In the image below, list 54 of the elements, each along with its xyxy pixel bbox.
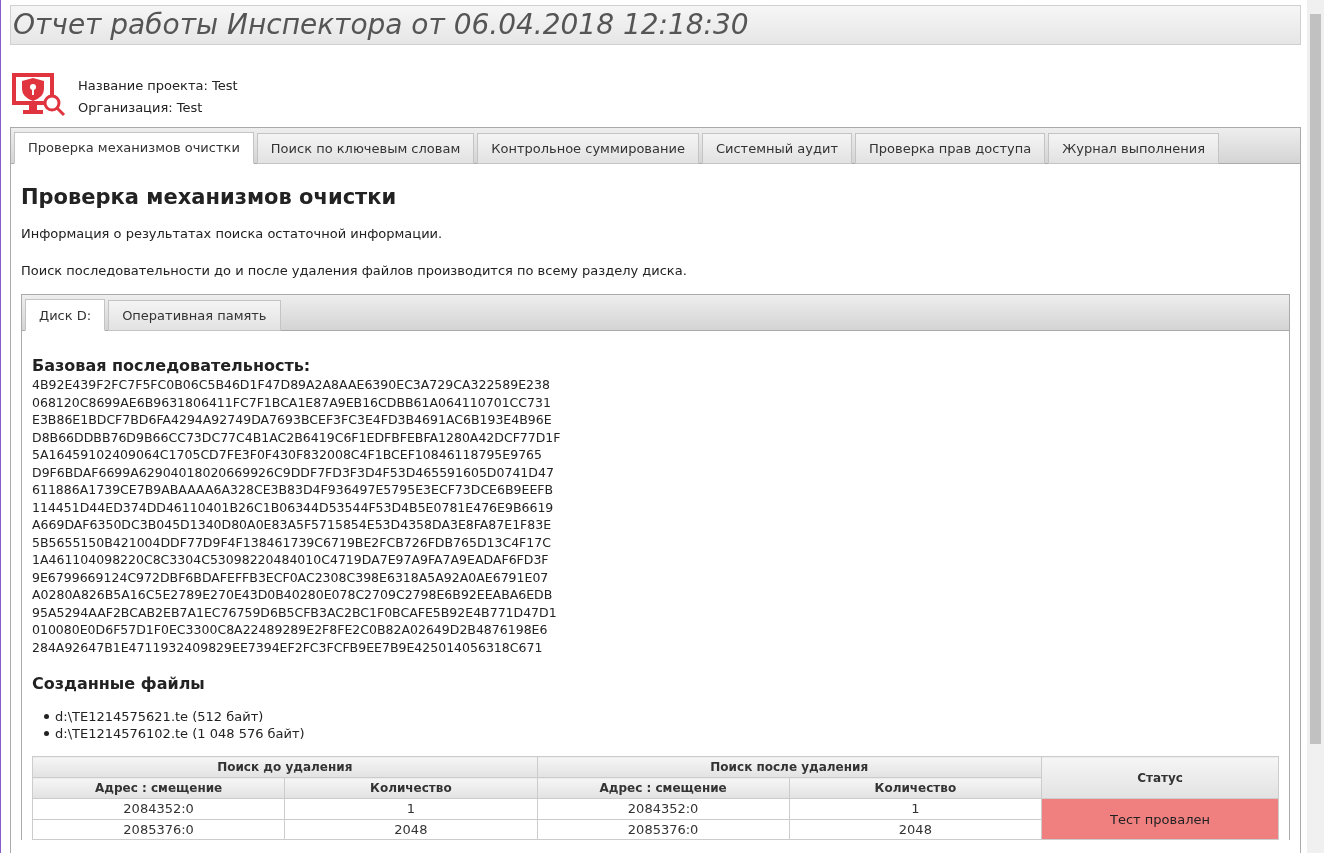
tab[interactable]: Проверка механизмов очистки [14,132,254,164]
scrollbar[interactable] [1307,0,1324,853]
bullet-icon [44,731,49,737]
column-group-header: Поиск до удаления [32,756,537,778]
table-cell: 1 [789,798,1042,820]
project-info: Название проекта: Test [78,77,238,95]
hex-line: 114451D44ED374DD46110401B26C1B06344D53544F53D4B5E0781E476E9B6619 [32,498,555,517]
hex-line: D9F6BDAF6699A62904018020669926C9DDF7FD3F3D4F53D465591605D0741D47 [32,463,555,482]
table-cell: 2084352:0 [537,798,790,820]
report-title: Отчет работы Инспектора от 06.04.2018 12:18:30 [13,7,749,43]
hex-line: 284A92647B1E4711932409829EE7394EF2FC3FCFB9EE7B9E425014056318C671 [32,638,544,657]
tab[interactable]: Контрольное суммирование [477,133,699,164]
status-cell: Тест провален [1041,798,1279,840]
hex-line: 9E6799669124C972DBF6BDAFEFFB3ECF0AC2308C398E6318A5A92A0AE6791E07 [32,568,550,587]
hex-line: 068120C8699AE6B9631806411FC7F1BCA1E87A9EB16CDBB61A064110701CC731 [32,393,552,412]
hex-line: A0280A826B5A16C5E2789E270E43D0B40280E078C2709C2798E6B92EEABA6EDB [32,586,554,604]
column-header: Статус [1041,756,1279,799]
hex-line: 5A16459102409064C1705CD7FE3F0F430F832008C4F1BCEF10846118795E9765 [32,446,544,464]
table-cell: 2084352:0 [32,798,285,820]
tab[interactable]: Системный аудит [701,133,852,164]
table-cell: 2085376:0 [537,819,790,840]
table-cell: 2048 [284,819,537,840]
tab[interactable]: Диск D: [25,299,106,332]
tab[interactable]: Журнал выполнения [1048,133,1219,164]
column-header: Адрес : смещение [537,777,790,799]
hex-line: 4B92E439F2FC7F5FC0B06C5B46D1F47D89A2A8AAE6390EC3A729CA322589E238 [32,376,551,394]
monitor-lock-search-icon [12,73,68,117]
column-header: Адрес : смещение [32,777,285,799]
scrollbar-thumb[interactable] [1310,14,1321,744]
hex-line: A669DAF6350DC3B045D1340D80A0E83A5F5715854E53D4358DA3E8FA87E1F83E [32,516,553,534]
file-entry: d:\TE1214575621.te (512 байт) [55,708,264,726]
section-heading: Проверка механизмов очистки [21,184,398,211]
column-header: Количество [789,777,1042,799]
hex-line: 1A461104098220C8C3304C53098220484010C4719DA7E97A9FA7A9EADAF6FD3F [32,551,550,569]
section-heading: Созданные файлы [32,674,206,695]
file-entry: d:\TE1214576102.te (1 048 576 байт) [55,725,305,743]
table-cell: 1 [284,798,537,820]
bullet-icon [44,714,49,720]
hex-line: 5B5655150B421004DDF77D9F4F138461739C6719BE2FCB726FDB765D13C4F17C [32,533,552,552]
tab[interactable]: Поиск по ключевым словам [256,133,475,164]
hex-line: E3B86E1BDCF7BD6FA4294A92749DA7693BCEF3FC3E4FD3B4691AC6B193E4B96E [32,411,553,429]
tab[interactable]: Оперативная память [108,300,281,332]
project-info: Организация: Test [78,98,204,117]
section-heading: Базовая последовательность: [32,356,312,377]
tab[interactable]: Проверка прав доступа [855,133,1046,164]
table-cell: 2085376:0 [32,819,285,840]
hex-line: 95A5294AAF2BCAB2EB7A1EC76759D6B5CFB3AC2BC1F0BCAFE5B92E4B771D47D1 [32,603,558,622]
hex-line: 611886A1739CE7B9ABAAAA6A328CE3B83D4F936497E5795E3ECF73DCE6B9EEFB [32,481,555,499]
column-group-header: Поиск после удаления [537,756,1042,778]
hex-line: D8B66DDBB76D9B66CC73DC77C4B1AC2B6419C6F1EDFBFEBFA1280A42DCF77D1F [32,428,562,447]
column-header: Количество [284,777,537,799]
hex-line: 010080E0D6F57D1F0EC3300C8A22489289E2F8FE2C0B82A02649D2B4876198E6 [32,621,549,639]
paragraph: Информация о результатах поиска остаточной информации. [21,225,444,244]
paragraph: Поиск последовательности до и после удаления файлов производится по всему разделу диска. [21,261,688,280]
